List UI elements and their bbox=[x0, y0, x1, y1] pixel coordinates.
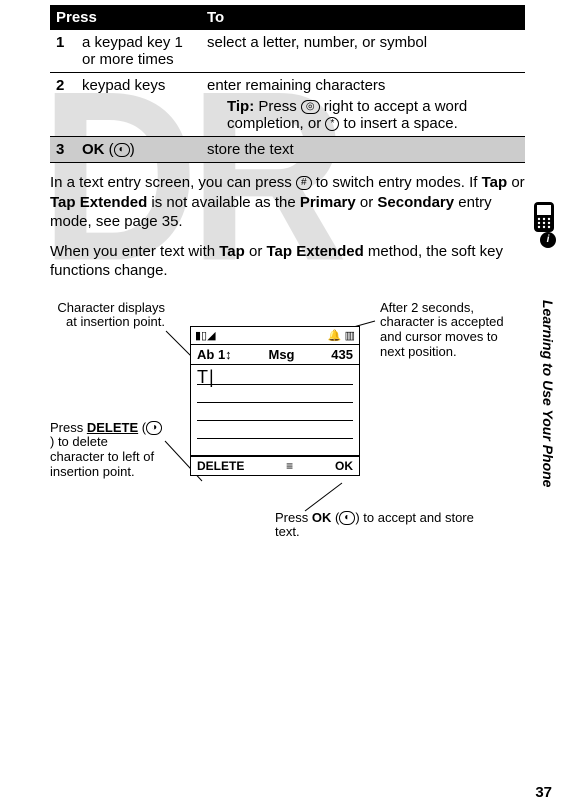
text: Press bbox=[275, 510, 312, 525]
left-softkey-icon: ◑ bbox=[146, 421, 162, 435]
header-press: Press bbox=[50, 5, 201, 30]
tip-label: Tip: bbox=[227, 98, 254, 115]
text: ) to delete character to left of inserti… bbox=[50, 434, 154, 479]
to-cell: select a letter, number, or symbol bbox=[201, 30, 525, 73]
callout-delete-softkey: Press DELETE (◑) to delete character to … bbox=[50, 421, 165, 481]
tap-label: Tap bbox=[219, 243, 245, 260]
left-softkey-label: DELETE bbox=[197, 459, 244, 473]
text: or bbox=[356, 194, 378, 211]
battery-icon: ▥ bbox=[345, 330, 355, 342]
tip-text: Press bbox=[254, 98, 301, 115]
tap-extended-label: Tap Extended bbox=[267, 243, 364, 260]
screen-title: Msg bbox=[268, 347, 294, 362]
cursor: | bbox=[209, 367, 215, 387]
input-mode: Ab 1↕ bbox=[197, 347, 232, 362]
secondary-label: Secondary bbox=[377, 194, 454, 211]
right-softkey-label: OK bbox=[335, 459, 353, 473]
tap-extended-label: Tap Extended bbox=[50, 194, 147, 211]
paren: ( bbox=[105, 141, 114, 158]
status-bar: ▮▯◢ 🔔 ▥ bbox=[191, 327, 359, 345]
paren: ) bbox=[130, 141, 135, 158]
press-cell: keypad keys bbox=[76, 73, 201, 137]
nav-key-icon: ◎ bbox=[301, 100, 320, 114]
callout-ok-softkey: Press OK (◐) to accept and store text. bbox=[275, 511, 475, 541]
step-number: 2 bbox=[50, 73, 76, 137]
hash-key-icon: # bbox=[296, 176, 312, 190]
table-header-row: Press To bbox=[50, 5, 525, 30]
text: is not available as the bbox=[147, 194, 300, 211]
table-row: 1 a keypad key 1 or more times select a … bbox=[50, 30, 525, 73]
tap-label: Tap bbox=[482, 174, 508, 191]
paragraph: When you enter text with Tap or Tap Exte… bbox=[50, 242, 525, 281]
phone-screen: ▮▯◢ 🔔 ▥ Ab 1↕ Msg 435 T| bbox=[190, 326, 360, 476]
text: to switch entry modes. If bbox=[312, 174, 482, 191]
title-bar: Ab 1↕ Msg 435 bbox=[191, 345, 359, 365]
to-cell: store the text bbox=[201, 137, 525, 163]
star-key-icon: * bbox=[325, 117, 339, 131]
text: or bbox=[507, 174, 525, 191]
press-cell: a keypad key 1 or more times bbox=[76, 30, 201, 73]
text: In a text entry screen, you can press bbox=[50, 174, 296, 191]
table-row: 3 OK (◐) store the text bbox=[50, 137, 525, 163]
text: When you enter text with bbox=[50, 243, 219, 260]
instructions-table: Press To 1 a keypad key 1 or more times … bbox=[50, 5, 525, 163]
text: Press bbox=[50, 420, 87, 435]
text: ( bbox=[138, 420, 146, 435]
menu-softkey-icon: ≡ bbox=[286, 459, 293, 473]
ok-label: OK bbox=[312, 510, 332, 525]
ring-icon: 🔔 bbox=[328, 330, 342, 342]
text: or bbox=[245, 243, 267, 260]
step-number: 1 bbox=[50, 30, 76, 73]
message-body: T| bbox=[191, 365, 359, 455]
step-number: 3 bbox=[50, 137, 76, 163]
tip-text: to insert a space. bbox=[339, 115, 457, 132]
to-cell: enter remaining characters Tip: Press ◎ … bbox=[201, 73, 525, 137]
signal-icon: ▮▯◢ bbox=[195, 329, 216, 342]
text: ( bbox=[331, 510, 339, 525]
main-content: Press To 1 a keypad key 1 or more times … bbox=[0, 0, 580, 601]
callout-cursor-advance: After 2 seconds, character is accepted a… bbox=[380, 301, 510, 361]
to-text: enter remaining characters bbox=[207, 77, 385, 94]
softkey-bar: DELETE ≡ OK bbox=[191, 455, 359, 475]
primary-label: Primary bbox=[300, 194, 356, 211]
status-icons: 🔔 ▥ bbox=[328, 329, 355, 342]
ok-label: OK bbox=[82, 141, 105, 158]
char-count: 435 bbox=[331, 347, 353, 362]
figure-area: Character displays at insertion point. P… bbox=[50, 301, 525, 601]
right-softkey-icon: ◐ bbox=[114, 143, 130, 157]
typed-text: T bbox=[197, 367, 209, 387]
table-row: 2 keypad keys enter remaining characters… bbox=[50, 73, 525, 137]
callout-insertion-point: Character displays at insertion point. bbox=[50, 301, 165, 331]
delete-label: DELETE bbox=[87, 420, 138, 435]
header-to: To bbox=[201, 5, 525, 30]
paragraph: In a text entry screen, you can press # … bbox=[50, 173, 525, 232]
mode-text: Ab 1 bbox=[197, 347, 225, 362]
page-number: 37 bbox=[535, 784, 552, 801]
mode-icon: ↕ bbox=[225, 347, 232, 362]
right-softkey-icon: ◐ bbox=[339, 511, 355, 525]
press-cell: OK (◐) bbox=[76, 137, 201, 163]
